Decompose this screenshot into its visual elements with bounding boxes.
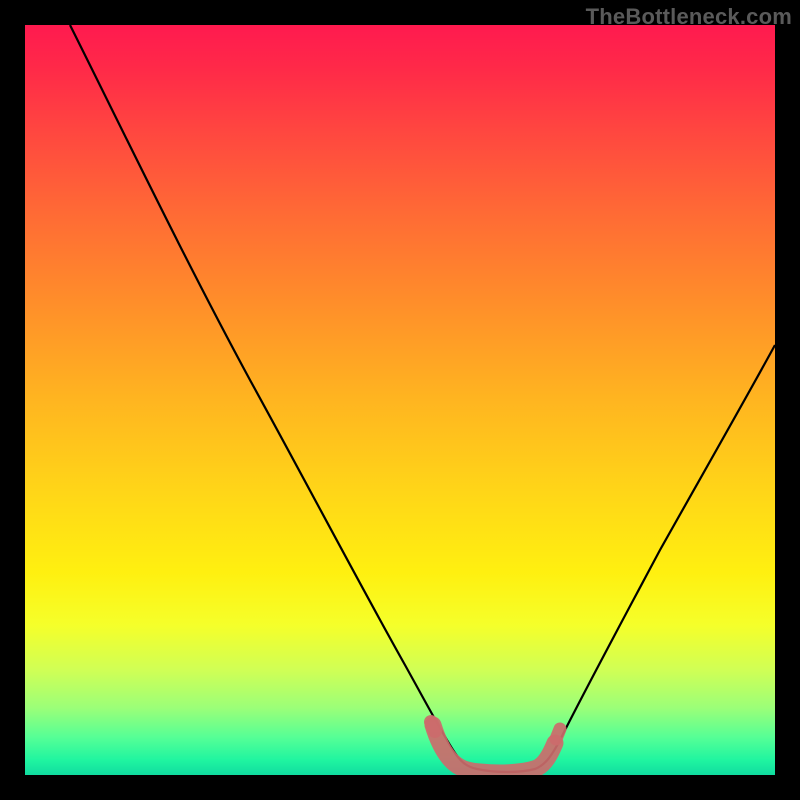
highlight-dots-left xyxy=(431,722,435,731)
chart-frame: TheBottleneck.com xyxy=(0,0,800,800)
highlight-band xyxy=(433,725,555,773)
curve-layer xyxy=(25,25,775,775)
highlight-dots-right xyxy=(556,729,560,739)
watermark-text: TheBottleneck.com xyxy=(586,4,792,30)
plot-area xyxy=(25,25,775,775)
bottleneck-curve xyxy=(70,25,775,772)
